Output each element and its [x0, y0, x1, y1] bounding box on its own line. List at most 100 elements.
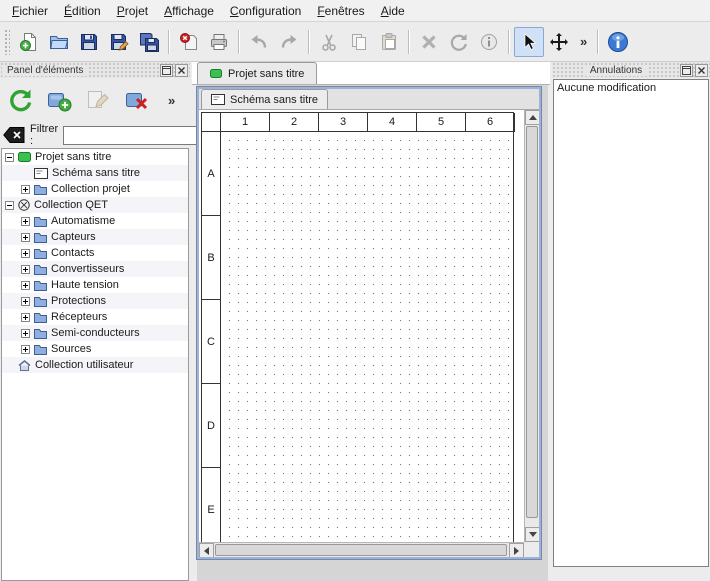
- tree-item-collection-utilisateur[interactable]: Collection utilisateur: [2, 357, 188, 373]
- expand-expander-icon[interactable]: [21, 217, 30, 226]
- new-project-button[interactable]: [14, 27, 44, 57]
- tree-item-contacts[interactable]: Contacts: [2, 245, 188, 261]
- expand-expander-icon[interactable]: [21, 313, 30, 322]
- diagram-viewport[interactable]: 1 2 3 4 5 6 A B C D E: [199, 110, 539, 557]
- close-file-button[interactable]: [174, 27, 204, 57]
- delete-icon: [419, 32, 439, 52]
- arrow-up-icon: [529, 115, 537, 120]
- redo-button[interactable]: [274, 27, 304, 57]
- close-panel-button[interactable]: [175, 64, 188, 77]
- expand-expander-icon[interactable]: [21, 281, 30, 290]
- tree-item-automatisme[interactable]: Automatisme: [2, 213, 188, 229]
- paste-button[interactable]: [374, 27, 404, 57]
- elements-tree[interactable]: Projet sans titre Schéma sans titre Coll…: [1, 148, 189, 581]
- tree-item-protections[interactable]: Protections: [2, 293, 188, 309]
- undo-button[interactable]: [244, 27, 274, 57]
- panel-toolbar-overflow-button[interactable]: »: [168, 93, 175, 108]
- expand-expander-icon[interactable]: [21, 249, 30, 258]
- toolbar-overflow-button[interactable]: »: [574, 34, 593, 49]
- open-project-button[interactable]: [44, 27, 74, 57]
- about-button[interactable]: [603, 27, 633, 57]
- menu-configuration[interactable]: Configuration: [222, 1, 309, 21]
- undo-dock-titlebar[interactable]: Annulations: [552, 62, 710, 78]
- expand-expander-icon[interactable]: [21, 345, 30, 354]
- expand-expander-icon[interactable]: [21, 233, 30, 242]
- tree-item-recepteurs[interactable]: Récepteurs: [2, 309, 188, 325]
- tree-item-project[interactable]: Projet sans titre: [2, 149, 188, 165]
- filter-input[interactable]: [63, 126, 213, 145]
- collapse-expander-icon[interactable]: [5, 201, 14, 210]
- properties-button[interactable]: [474, 27, 504, 57]
- print-button[interactable]: [204, 27, 234, 57]
- undo-history-list[interactable]: Aucune modification: [553, 79, 709, 567]
- save-as-button[interactable]: [104, 27, 134, 57]
- elements-panel-titlebar[interactable]: Panel d'éléments: [0, 62, 190, 78]
- edit-element-icon: [85, 87, 111, 113]
- close-undo-dock-button[interactable]: [695, 64, 708, 77]
- scroll-right-button[interactable]: [509, 543, 524, 557]
- vertical-scrollbar[interactable]: [524, 110, 539, 542]
- filter-row: Filtrer :: [0, 122, 190, 148]
- diagram-grid-canvas[interactable]: [221, 132, 513, 550]
- diagram-sheet[interactable]: 1 2 3 4 5 6 A B C D E: [201, 112, 514, 551]
- tab-schema[interactable]: Schéma sans titre: [201, 89, 328, 109]
- menu-affichage[interactable]: Affichage: [156, 1, 222, 21]
- filter-label: Filtrer :: [30, 123, 58, 147]
- tab-project[interactable]: Projet sans titre: [197, 62, 317, 84]
- folder-icon: [34, 184, 47, 195]
- select-mode-button[interactable]: [514, 27, 544, 57]
- float-panel-button[interactable]: [160, 64, 173, 77]
- tree-item-capteurs[interactable]: Capteurs: [2, 229, 188, 245]
- arrow-down-icon: [529, 532, 537, 537]
- menu-fichier[interactable]: Fichier: [4, 1, 56, 21]
- expand-expander-icon[interactable]: [21, 265, 30, 274]
- clear-filter-button[interactable]: [3, 127, 25, 143]
- expand-expander-icon[interactable]: [21, 297, 30, 306]
- tree-item-convertisseurs[interactable]: Convertisseurs: [2, 261, 188, 277]
- float-icon: [682, 66, 691, 75]
- cut-button[interactable]: [314, 27, 344, 57]
- expand-expander-icon[interactable]: [21, 329, 30, 338]
- toolbar-separator: [168, 30, 170, 54]
- expand-expander-icon[interactable]: [21, 185, 30, 194]
- rotate-icon: [449, 32, 469, 52]
- save-all-button[interactable]: [134, 27, 164, 57]
- collapse-expander-icon[interactable]: [5, 153, 14, 162]
- menu-fenetres[interactable]: Fenêtres: [309, 1, 372, 21]
- float-undo-dock-button[interactable]: [680, 64, 693, 77]
- tree-item-sources[interactable]: Sources: [2, 341, 188, 357]
- tree-item-collection-qet[interactable]: Collection QET: [2, 197, 188, 213]
- new-element-icon: [46, 87, 72, 113]
- cut-icon: [319, 32, 339, 52]
- toolbar-separator: [238, 30, 240, 54]
- save-button[interactable]: [74, 27, 104, 57]
- scroll-up-button[interactable]: [525, 110, 539, 125]
- pan-mode-button[interactable]: [544, 27, 574, 57]
- delete-element-button[interactable]: [119, 82, 155, 118]
- horizontal-scrollbar[interactable]: [199, 542, 524, 557]
- horizontal-scroll-thumb[interactable]: [215, 544, 507, 556]
- menubar: Fichier Édition Projet Affichage Configu…: [0, 0, 710, 22]
- schema-child-window[interactable]: Schéma sans titre 1 2 3 4 5 6 A B C D E: [197, 87, 541, 559]
- tree-item-semi-conducteurs[interactable]: Semi-conducteurs: [2, 325, 188, 341]
- menu-aide[interactable]: Aide: [373, 1, 413, 21]
- toolbar-drag-handle[interactable]: [4, 29, 10, 55]
- copy-icon: [349, 32, 369, 52]
- mdi-area: Schéma sans titre 1 2 3 4 5 6 A B C D E: [197, 85, 548, 581]
- vertical-scroll-thumb[interactable]: [526, 126, 538, 518]
- tree-item-haute-tension[interactable]: Haute tension: [2, 277, 188, 293]
- menu-edition[interactable]: Édition: [56, 1, 109, 21]
- tree-item-collection-projet[interactable]: Collection projet: [2, 181, 188, 197]
- copy-button[interactable]: [344, 27, 374, 57]
- save-icon: [79, 32, 99, 52]
- row-header: A: [202, 132, 221, 216]
- menu-projet[interactable]: Projet: [109, 1, 156, 21]
- new-element-button[interactable]: [41, 82, 77, 118]
- delete-button[interactable]: [414, 27, 444, 57]
- reload-collections-button[interactable]: [2, 82, 38, 118]
- scroll-left-button[interactable]: [199, 543, 214, 557]
- tree-item-schema[interactable]: Schéma sans titre: [2, 165, 188, 181]
- rotate-button[interactable]: [444, 27, 474, 57]
- scroll-down-button[interactable]: [525, 527, 539, 542]
- edit-element-button[interactable]: [80, 82, 116, 118]
